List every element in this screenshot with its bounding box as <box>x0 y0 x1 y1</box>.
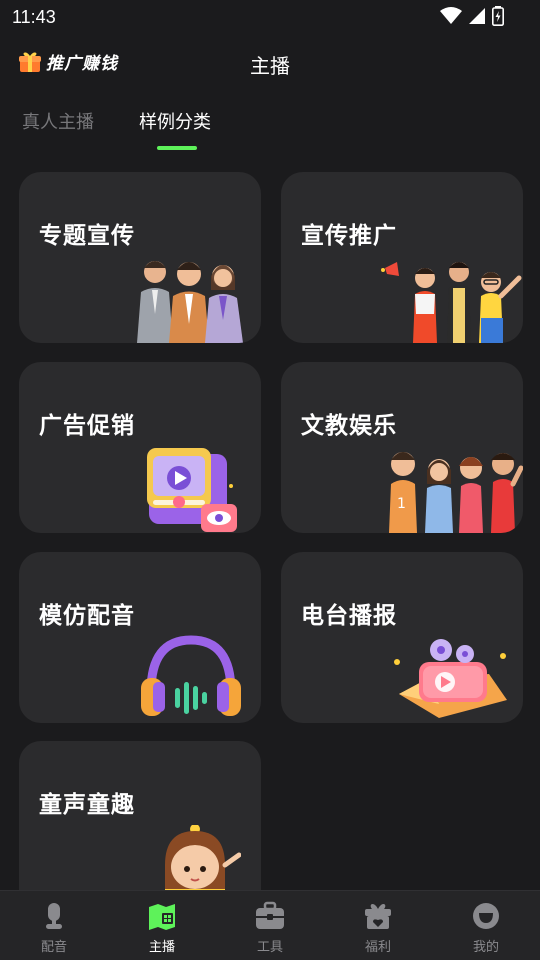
category-card-edu-entertainment[interactable]: 文教娱乐 1 <box>281 362 523 533</box>
category-card-topic-promo[interactable]: 专题宣传 <box>19 172 261 343</box>
nav-label: 工具 <box>256 940 283 955</box>
category-card-ad-sales[interactable]: 广告促销 <box>19 362 261 533</box>
nav-profile[interactable]: 我的 <box>432 891 540 960</box>
kids-group-illustration: 1 <box>389 452 523 533</box>
video-ad-illustration <box>147 448 237 532</box>
headphones-illustration <box>141 635 241 716</box>
business-team-illustration <box>137 261 243 343</box>
signal-icon <box>469 8 485 24</box>
category-tabs: 真人主播 样例分类 <box>0 104 540 154</box>
nav-label: 福利 <box>364 940 391 955</box>
category-title: 童声童趣 <box>39 792 135 818</box>
category-title: 模仿配音 <box>39 603 135 629</box>
svg-text:1: 1 <box>397 496 406 512</box>
promotion-crowd-illustration <box>381 262 522 343</box>
toolbox-icon <box>256 901 284 929</box>
bottom-nav: 配音 主播 工具 福利 我的 <box>0 890 540 960</box>
nav-label: 我的 <box>472 940 499 955</box>
tab-sample-categories[interactable]: 样例分类 <box>139 108 211 134</box>
anchor-icon <box>149 904 175 930</box>
category-card-radio-broadcast[interactable]: 电台播报 <box>281 552 523 723</box>
microphone-icon <box>46 903 62 929</box>
page-title: 主播 <box>250 54 290 78</box>
category-card-child-voice[interactable]: 童声童趣 <box>19 741 261 912</box>
nav-label: 主播 <box>148 940 175 955</box>
category-title: 广告促销 <box>39 413 135 439</box>
category-card-imitation-dubbing[interactable]: 模仿配音 <box>19 552 261 723</box>
tab-real-anchor[interactable]: 真人主播 <box>22 108 94 134</box>
wifi-icon <box>440 7 462 24</box>
nav-tools[interactable]: 工具 <box>216 891 324 960</box>
nav-welfare[interactable]: 福利 <box>324 891 432 960</box>
category-title: 宣传推广 <box>301 223 397 249</box>
battery-icon <box>492 6 504 26</box>
category-title: 文教娱乐 <box>301 413 397 439</box>
profile-icon <box>473 903 499 929</box>
category-title: 电台播报 <box>301 603 397 629</box>
gift-icon <box>365 904 391 929</box>
nav-anchor[interactable]: 主播 <box>108 891 216 960</box>
category-card-promotion[interactable]: 宣传推广 <box>281 172 523 343</box>
little-girl-illustration <box>165 825 241 891</box>
film-reel-box-illustration <box>394 639 507 718</box>
category-title: 专题宣传 <box>39 223 135 249</box>
active-tab-indicator <box>157 146 197 150</box>
header: 推广赚钱 主播 <box>0 40 540 84</box>
nav-dubbing[interactable]: 配音 <box>0 891 108 960</box>
status-time: 11:43 <box>12 7 56 27</box>
status-bar: 11:43 <box>0 0 540 34</box>
nav-label: 配音 <box>40 940 67 955</box>
